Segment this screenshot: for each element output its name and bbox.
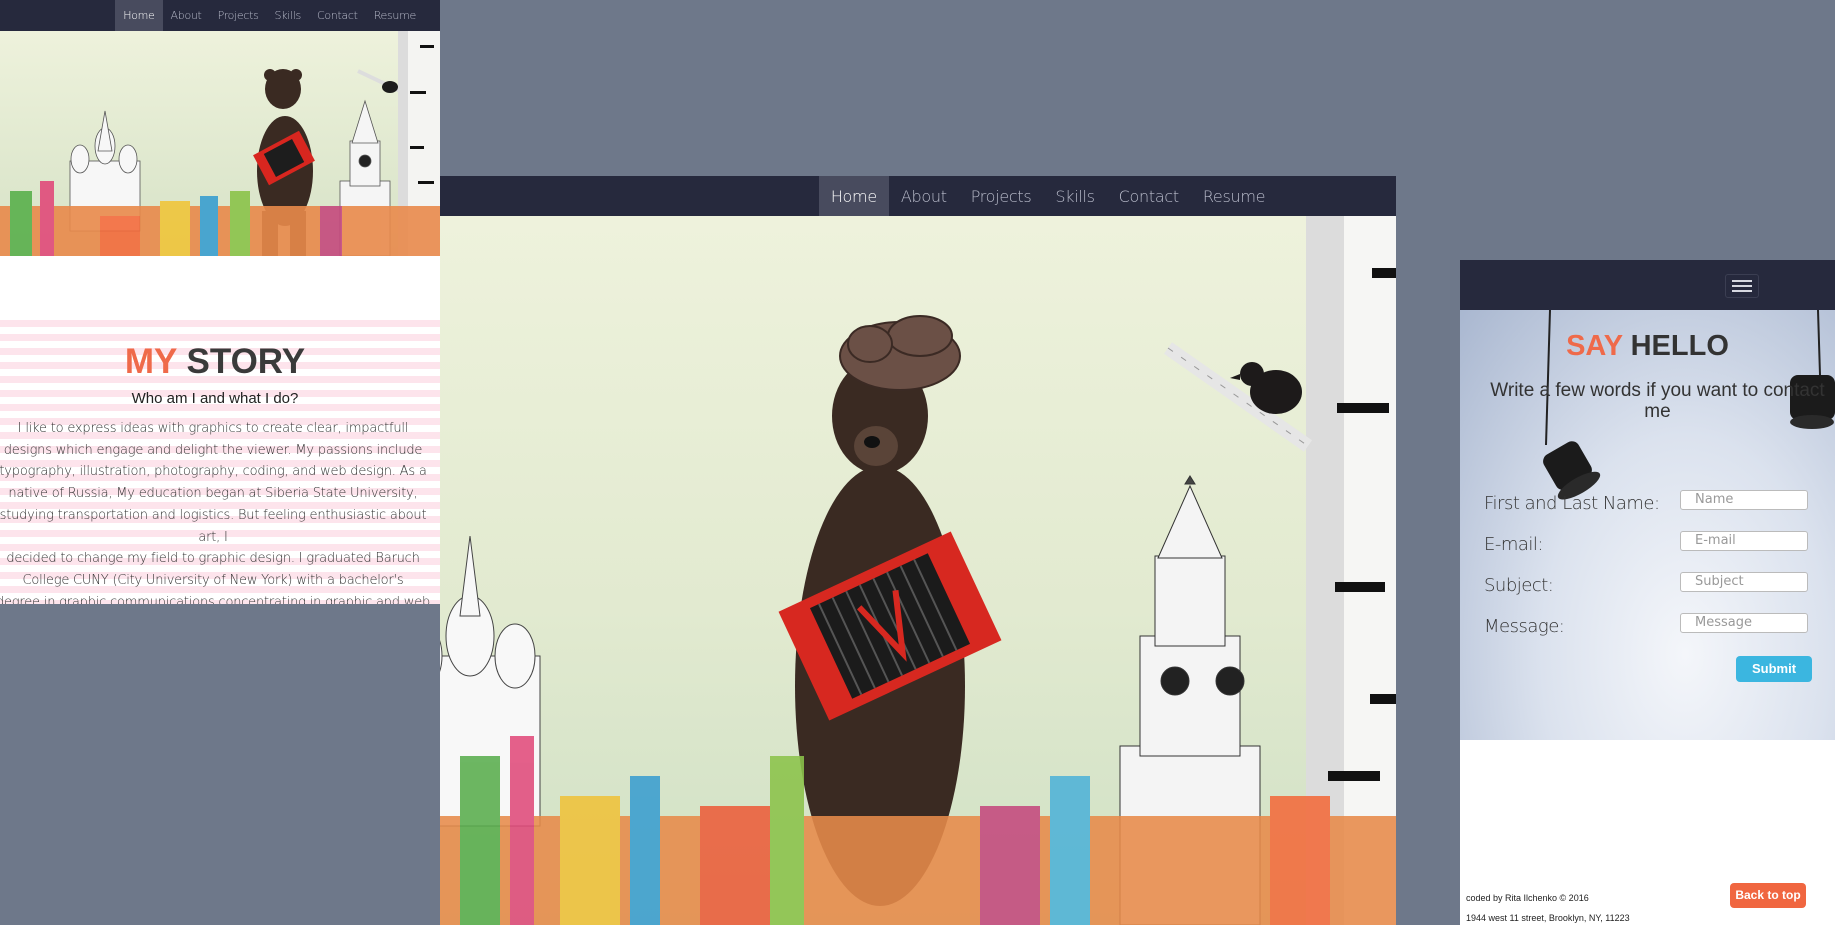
story-line: decided to change my field to graphic de… bbox=[6, 551, 420, 567]
home-window: Home About Projects Skills Contact Resum… bbox=[440, 176, 1396, 925]
story-window: Home About Projects Skills Contact Resum… bbox=[0, 0, 440, 604]
say-hello-title: SAY HELLO bbox=[1460, 330, 1835, 363]
story-line: studying transportation and logistics. B… bbox=[0, 507, 427, 545]
nav-resume[interactable]: Resume bbox=[1191, 176, 1277, 216]
submit-button[interactable]: Submit bbox=[1736, 656, 1812, 682]
story-line: degree in graphic communications concent… bbox=[0, 594, 431, 604]
nav-skills[interactable]: Skills bbox=[1043, 176, 1106, 216]
email-field[interactable]: E-mail bbox=[1680, 531, 1808, 551]
story-title: MY STORY bbox=[0, 342, 430, 382]
nav-home[interactable]: Home bbox=[818, 176, 889, 216]
footer-credit: coded by Rita Ilchenko © 2016 bbox=[1466, 893, 1589, 903]
nav-contact[interactable]: Contact bbox=[1107, 176, 1191, 216]
nav-about[interactable]: About bbox=[163, 0, 210, 31]
story-line: typography, illustration, photography, c… bbox=[0, 464, 427, 480]
top-nav-small: Home About Projects Skills Contact Resum… bbox=[0, 0, 440, 31]
story-line: native of Russia, My education began at … bbox=[8, 486, 418, 502]
story-line: designs which engage and delight the vie… bbox=[3, 442, 423, 458]
my-story-section: MY STORY Who am I and what I do? I like … bbox=[0, 320, 440, 604]
hero-illustration-small bbox=[0, 31, 440, 256]
story-body: I like to express ideas with graphics to… bbox=[0, 418, 438, 604]
contact-subtitle: Write a few words if you want to contact… bbox=[1490, 380, 1825, 422]
say-hello-rest: HELLO bbox=[1630, 330, 1729, 362]
story-line: College CUNY (City University of New Yor… bbox=[22, 572, 404, 588]
story-line: I like to express ideas with graphics to… bbox=[17, 421, 409, 436]
message-label: Message: bbox=[1484, 616, 1565, 637]
story-title-rest: STORY bbox=[186, 342, 306, 381]
hamburger-menu-icon[interactable] bbox=[1725, 274, 1759, 298]
top-nav: Home About Projects Skills Contact Resum… bbox=[440, 176, 1396, 216]
subject-field[interactable]: Subject bbox=[1680, 572, 1808, 592]
contact-window: SAY HELLO Write a few words if you want … bbox=[1460, 260, 1835, 925]
nav-projects[interactable]: Projects bbox=[210, 0, 267, 31]
story-subtitle: Who am I and what I do? bbox=[131, 390, 299, 407]
nav-projects[interactable]: Projects bbox=[959, 176, 1044, 216]
nav-home[interactable]: Home bbox=[115, 0, 163, 31]
hero-illustration bbox=[440, 216, 1396, 925]
footer-address: 1944 west 11 street, Brooklyn, NY, 11223 bbox=[1466, 913, 1630, 923]
name-field[interactable]: Name bbox=[1680, 490, 1808, 510]
email-label: E-mail: bbox=[1484, 534, 1544, 555]
nav-skills[interactable]: Skills bbox=[267, 0, 309, 31]
say-hello-accent: SAY bbox=[1566, 330, 1623, 362]
nav-resume[interactable]: Resume bbox=[366, 0, 424, 31]
subject-label: Subject: bbox=[1484, 575, 1554, 596]
message-field[interactable]: Message bbox=[1680, 613, 1808, 633]
name-label: First and Last Name: bbox=[1484, 493, 1660, 514]
nav-about[interactable]: About bbox=[889, 176, 959, 216]
back-to-top-button[interactable]: Back to top bbox=[1730, 883, 1806, 908]
story-title-accent: MY bbox=[124, 342, 177, 381]
nav-contact[interactable]: Contact bbox=[309, 0, 366, 31]
mobile-nav-bar bbox=[1460, 260, 1835, 310]
